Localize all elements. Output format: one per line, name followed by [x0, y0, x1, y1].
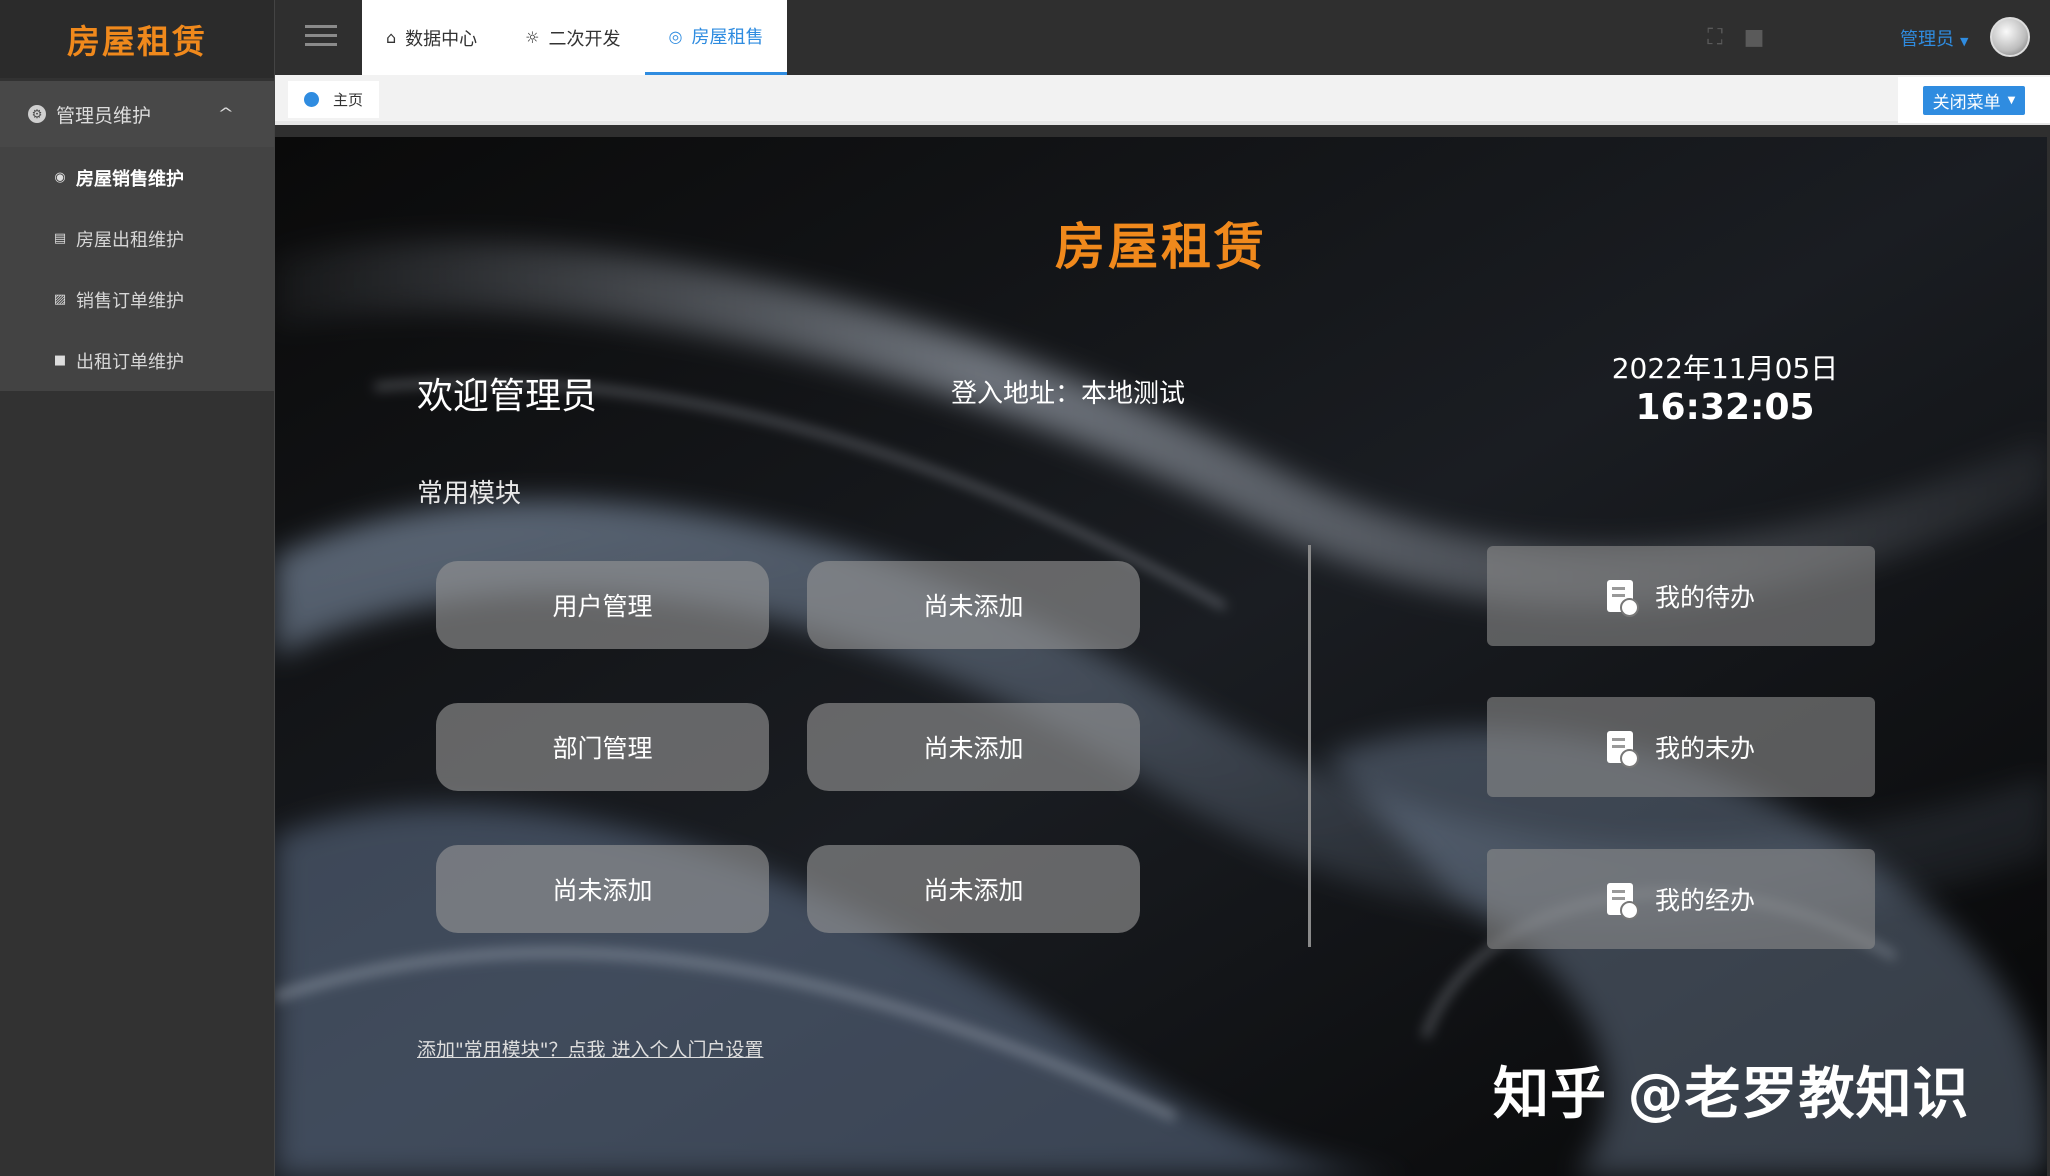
background-art — [275, 137, 2047, 1176]
drawer-icon: ▤ — [53, 231, 67, 246]
module-button-empty-3[interactable]: 尚未添加 — [436, 845, 769, 933]
sidebar-item-label: 房屋销售维护 — [76, 168, 184, 190]
task-label: 我的未办 — [1654, 734, 1755, 763]
top-tabs: ⌂ 数据中心 ☼ 二次开发 ◎ 房屋租售 — [362, 0, 788, 75]
task-button-pending[interactable]: 我的未办 — [1487, 697, 1875, 797]
bulb-icon: ☼ — [525, 28, 540, 47]
close-menu-label: 关闭菜单 — [1932, 92, 2001, 113]
breadcrumb-bar: 主页 关闭菜单 ▼ — [275, 75, 2050, 125]
section-title: 常用模块 — [417, 479, 522, 509]
sidebar-item-label: 销售订单维护 — [76, 290, 184, 312]
avatar[interactable] — [1990, 17, 2030, 57]
main-panel: 房屋租赁 欢迎管理员 登入地址：本地测试 2022年11月05日 16:32:0… — [275, 137, 2047, 1176]
close-menu-button[interactable]: 关闭菜单 ▼ — [1922, 85, 2026, 115]
breadcrumb-label: 主页 — [333, 91, 364, 109]
tab-house-trade[interactable]: ◎ 房屋租售 — [644, 0, 788, 75]
welcome-text: 欢迎管理员 — [417, 376, 598, 417]
handled-doc-icon — [1606, 883, 1639, 920]
sidebar-item-sales-orders[interactable]: ▨ 销售订单维护 — [0, 269, 274, 330]
sidebar-menu-group: ⚙ 管理员维护 ^ ◉ 房屋销售维护 ▤ 房屋出租维护 ▨ 销售订单维护 ■ 出… — [0, 81, 274, 391]
chevron-up-icon: ^ — [217, 106, 235, 122]
top-bar: ⌂ 数据中心 ☼ 二次开发 ◎ 房屋租售 ⛶ ■ 管理员 ▼ — [275, 0, 2050, 75]
sidebar-item-house-sales[interactable]: ◉ 房屋销售维护 — [0, 147, 274, 208]
sidebar-item-label: 房屋出租维护 — [76, 229, 184, 251]
check-doc-icon — [1606, 731, 1639, 768]
sidebar-group-label: 管理员维护 — [56, 104, 152, 127]
task-button-todo[interactable]: 我的待办 — [1487, 546, 1875, 646]
module-button-empty-2[interactable]: 尚未添加 — [807, 703, 1140, 791]
home-icon: ⌂ — [386, 28, 397, 47]
app-logo: 房屋租赁 — [0, 0, 274, 78]
todo-doc-icon — [1606, 580, 1639, 617]
close-menu-wrap: 关闭菜单 ▼ — [1898, 77, 2050, 123]
user-name: 管理员 — [1900, 29, 1954, 50]
app-root: 房屋租赁 ⚙ 管理员维护 ^ ◉ 房屋销售维护 ▤ 房屋出租维护 ▨ 销售订单维… — [0, 0, 2050, 1176]
caret-down-icon: ▼ — [1960, 35, 1969, 48]
task-button-handled[interactable]: 我的经办 — [1487, 849, 1875, 949]
module-button-user-management[interactable]: 用户管理 — [436, 561, 769, 649]
sidebar-group-admin[interactable]: ⚙ 管理员维护 ^ — [0, 81, 274, 147]
fullscreen-icon[interactable]: ⛶ — [1703, 25, 1727, 50]
tab-label: 二次开发 — [548, 28, 621, 50]
top-icons: ⛶ ■ — [1703, 25, 1766, 50]
tab-data-center[interactable]: ⌂ 数据中心 — [362, 0, 501, 75]
dot-icon — [304, 92, 319, 107]
menu-toggle-icon[interactable] — [305, 25, 337, 49]
settings-icon: ⚙ — [28, 105, 46, 123]
breadcrumb-home[interactable]: 主页 — [288, 81, 380, 118]
task-label: 我的经办 — [1654, 886, 1755, 915]
page-title: 房屋租赁 — [1055, 218, 1267, 276]
login-address: 登入地址：本地测试 — [951, 379, 1186, 409]
user-menu[interactable]: 管理员 ▼ — [1900, 25, 1968, 51]
vertical-divider — [1308, 545, 1311, 947]
tab-secondary-dev[interactable]: ☼ 二次开发 — [501, 0, 644, 75]
portal-settings-link[interactable]: 添加"常用模块"？点我 进入个人门户设置 — [417, 1035, 764, 1062]
tab-label: 房屋租售 — [691, 27, 764, 48]
caret-down-icon: ▼ — [2007, 94, 2016, 106]
globe-icon: ◎ — [668, 26, 683, 46]
tab-label: 数据中心 — [405, 28, 478, 50]
task-label: 我的待办 — [1654, 583, 1755, 612]
lock-icon[interactable]: ■ — [1742, 25, 1766, 50]
watermark: 知乎 @老罗教知识 — [1493, 1062, 1970, 1127]
module-button-empty-4[interactable]: 尚未添加 — [807, 845, 1140, 933]
current-time: 16:32:05 — [1635, 387, 1815, 428]
module-button-empty-1[interactable]: 尚未添加 — [807, 561, 1140, 649]
sidebar-item-house-rental[interactable]: ▤ 房屋出租维护 — [0, 208, 274, 269]
current-date: 2022年11月05日 — [1611, 352, 1839, 385]
bag-icon: ■ — [53, 353, 67, 368]
module-button-department-management[interactable]: 部门管理 — [436, 703, 769, 791]
sidebar-item-rental-orders[interactable]: ■ 出租订单维护 — [0, 330, 274, 391]
sidebar-item-label: 出租订单维护 — [76, 351, 184, 373]
sidebar: 房屋租赁 ⚙ 管理员维护 ^ ◉ 房屋销售维护 ▤ 房屋出租维护 ▨ 销售订单维… — [0, 0, 275, 1176]
image-icon: ▨ — [53, 292, 67, 307]
target-icon: ◉ — [54, 170, 66, 185]
